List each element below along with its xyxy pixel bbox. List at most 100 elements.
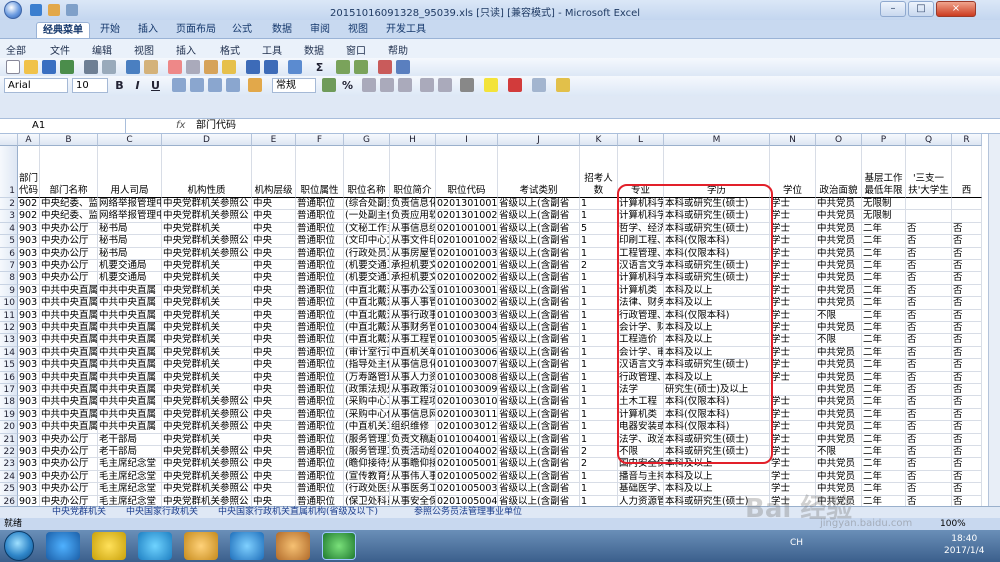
table-cell[interactable]: 二年	[862, 334, 906, 347]
table-cell[interactable]: 否	[952, 322, 982, 335]
table-cell[interactable]: 中央党群机关参照公	[162, 210, 252, 223]
table-cell[interactable]: 903	[18, 284, 40, 298]
table-cell[interactable]: 网络举报管理中	[98, 210, 162, 223]
table-cell[interactable]: 中共党员	[816, 384, 862, 397]
table-cell[interactable]: 中央办公厅	[40, 446, 98, 459]
row-header[interactable]: 9	[0, 284, 18, 298]
table-cell[interactable]: 中共中央直属	[98, 359, 162, 372]
table-cell[interactable]: 从事工程管	[390, 334, 436, 347]
table-cell[interactable]: 1	[580, 359, 618, 372]
table-cell[interactable]: 普通职位	[296, 322, 344, 335]
row-header[interactable]: 25	[0, 483, 18, 496]
table-cell[interactable]: 中央	[252, 222, 296, 236]
menu-help[interactable]: 帮助	[388, 42, 408, 57]
table-cell[interactable]: 本科及以上	[664, 470, 770, 484]
table-cell[interactable]: 否	[906, 371, 952, 384]
table-cell[interactable]: 中共党员	[816, 272, 862, 285]
table-cell[interactable]: 中央	[252, 297, 296, 310]
media-icon[interactable]	[92, 532, 126, 560]
table-cell[interactable]: (采购中心工	[344, 396, 390, 409]
table-cell[interactable]: 0201005002	[436, 470, 498, 484]
row-header[interactable]: 2	[0, 198, 18, 211]
table-cell[interactable]: 否	[906, 309, 952, 322]
save-icon[interactable]	[30, 4, 42, 16]
table-cell[interactable]: 否	[952, 421, 982, 434]
table-cell[interactable]: (行政处医务	[344, 483, 390, 496]
table-cell[interactable]: 903	[18, 346, 40, 360]
column-header[interactable]: F	[296, 134, 344, 146]
table-cell[interactable]: 0201001002	[436, 235, 498, 248]
table-cell[interactable]: 普通职位	[296, 396, 344, 409]
table-cell[interactable]: 中央	[252, 470, 296, 484]
table-cell[interactable]: 省级以上(含副省	[498, 396, 580, 409]
table-cell[interactable]: 学士	[770, 284, 816, 298]
column-header[interactable]: D	[162, 134, 252, 146]
table-cell[interactable]: 903	[18, 272, 40, 285]
table-cell[interactable]: 从事伟人事	[390, 470, 436, 484]
table-cell[interactable]: 中央党群机关参照公	[162, 421, 252, 434]
table-cell[interactable]: 1	[580, 247, 618, 260]
table-cell[interactable]: 中共中央直属	[98, 384, 162, 397]
header-cell[interactable]: 部门代码	[18, 146, 40, 198]
new-icon[interactable]	[6, 60, 20, 74]
column-header[interactable]: I	[436, 134, 498, 146]
table-cell[interactable]: 0201005001	[436, 458, 498, 471]
table-cell[interactable]: 秘书局	[98, 222, 162, 236]
table-cell[interactable]: 承担机要文	[390, 260, 436, 273]
tab-classic-menu[interactable]: 经典菜单	[36, 22, 90, 38]
table-cell[interactable]: 学士	[770, 198, 816, 211]
print-preview-icon[interactable]	[102, 60, 116, 74]
table-cell[interactable]: 0101003005	[436, 334, 498, 347]
column-header[interactable]: E	[252, 134, 296, 146]
table-cell[interactable]: (中直北戴河	[344, 297, 390, 310]
clock[interactable]: 18:40 2017/1/4	[944, 533, 984, 557]
row-header[interactable]: 3	[0, 210, 18, 223]
name-box[interactable]: A1	[2, 119, 126, 133]
header-cell[interactable]: 职位代码	[436, 146, 498, 198]
table-cell[interactable]: 中央党群机关参照公	[162, 458, 252, 471]
hyperlink-icon[interactable]	[288, 60, 302, 74]
table-cell[interactable]: 从事信息综	[390, 222, 436, 236]
table-cell[interactable]: 中共党员	[816, 210, 862, 223]
table-cell[interactable]: 中央党群机关	[162, 284, 252, 298]
table-cell[interactable]: 中央纪委、监	[40, 210, 98, 223]
column-header[interactable]: C	[98, 134, 162, 146]
table-cell[interactable]: 中共中央直属	[98, 334, 162, 347]
table-cell[interactable]: 普通职位	[296, 235, 344, 248]
table-cell[interactable]: 学士	[770, 458, 816, 471]
table-cell[interactable]: 否	[906, 235, 952, 248]
table-cell[interactable]: 否	[952, 247, 982, 260]
table-cell[interactable]: 否	[952, 446, 982, 459]
table-cell[interactable]: 学士	[770, 371, 816, 384]
office-button[interactable]	[4, 1, 22, 19]
table-cell[interactable]: 从事文件印	[390, 235, 436, 248]
table-cell[interactable]: 否	[952, 309, 982, 322]
table-cell[interactable]: 负责文稿起	[390, 433, 436, 446]
header-cell[interactable]: 考试类别	[498, 146, 580, 198]
table-cell[interactable]: 中央办公厅	[40, 458, 98, 471]
row-header[interactable]: 10	[0, 297, 18, 310]
table-cell[interactable]: 二年	[862, 309, 906, 322]
sheet-tab-1[interactable]: 中央党群机关	[52, 506, 106, 518]
table-cell[interactable]: 中共中央直属	[40, 334, 98, 347]
table-cell[interactable]: 毛主席纪念堂	[98, 495, 162, 506]
table-cell[interactable]: (服务管理工	[344, 433, 390, 446]
table-cell[interactable]: 903	[18, 322, 40, 335]
table-cell[interactable]: 否	[952, 334, 982, 347]
table-cell[interactable]: 人力资源管	[618, 495, 664, 506]
table-cell[interactable]: 中央党群机关	[162, 222, 252, 236]
table-cell[interactable]: 中共中央直属	[98, 309, 162, 322]
table-cell[interactable]: 否	[952, 235, 982, 248]
table-cell[interactable]: 1	[580, 396, 618, 409]
table-cell[interactable]: 否	[906, 272, 952, 285]
table-cell[interactable]: 中共中央直属	[40, 346, 98, 360]
worksheet-grid[interactable]: A B C D E F G H I J K L M N O P Q R 1 部门代码 部门名称 用人司局 机构性质 机构层级职…	[0, 134, 988, 506]
table-cell[interactable]: 中央	[252, 421, 296, 434]
table-cell[interactable]: 从事人事管	[390, 297, 436, 310]
table-cell[interactable]: 中共党员	[816, 421, 862, 434]
table-cell[interactable]: 从事工程项	[390, 396, 436, 409]
table-cell[interactable]: 否	[906, 346, 952, 360]
table-cell[interactable]: (宣传教育处	[344, 470, 390, 484]
table-cell[interactable]: 0101003007	[436, 359, 498, 372]
decrease-decimal-icon[interactable]	[398, 78, 412, 92]
